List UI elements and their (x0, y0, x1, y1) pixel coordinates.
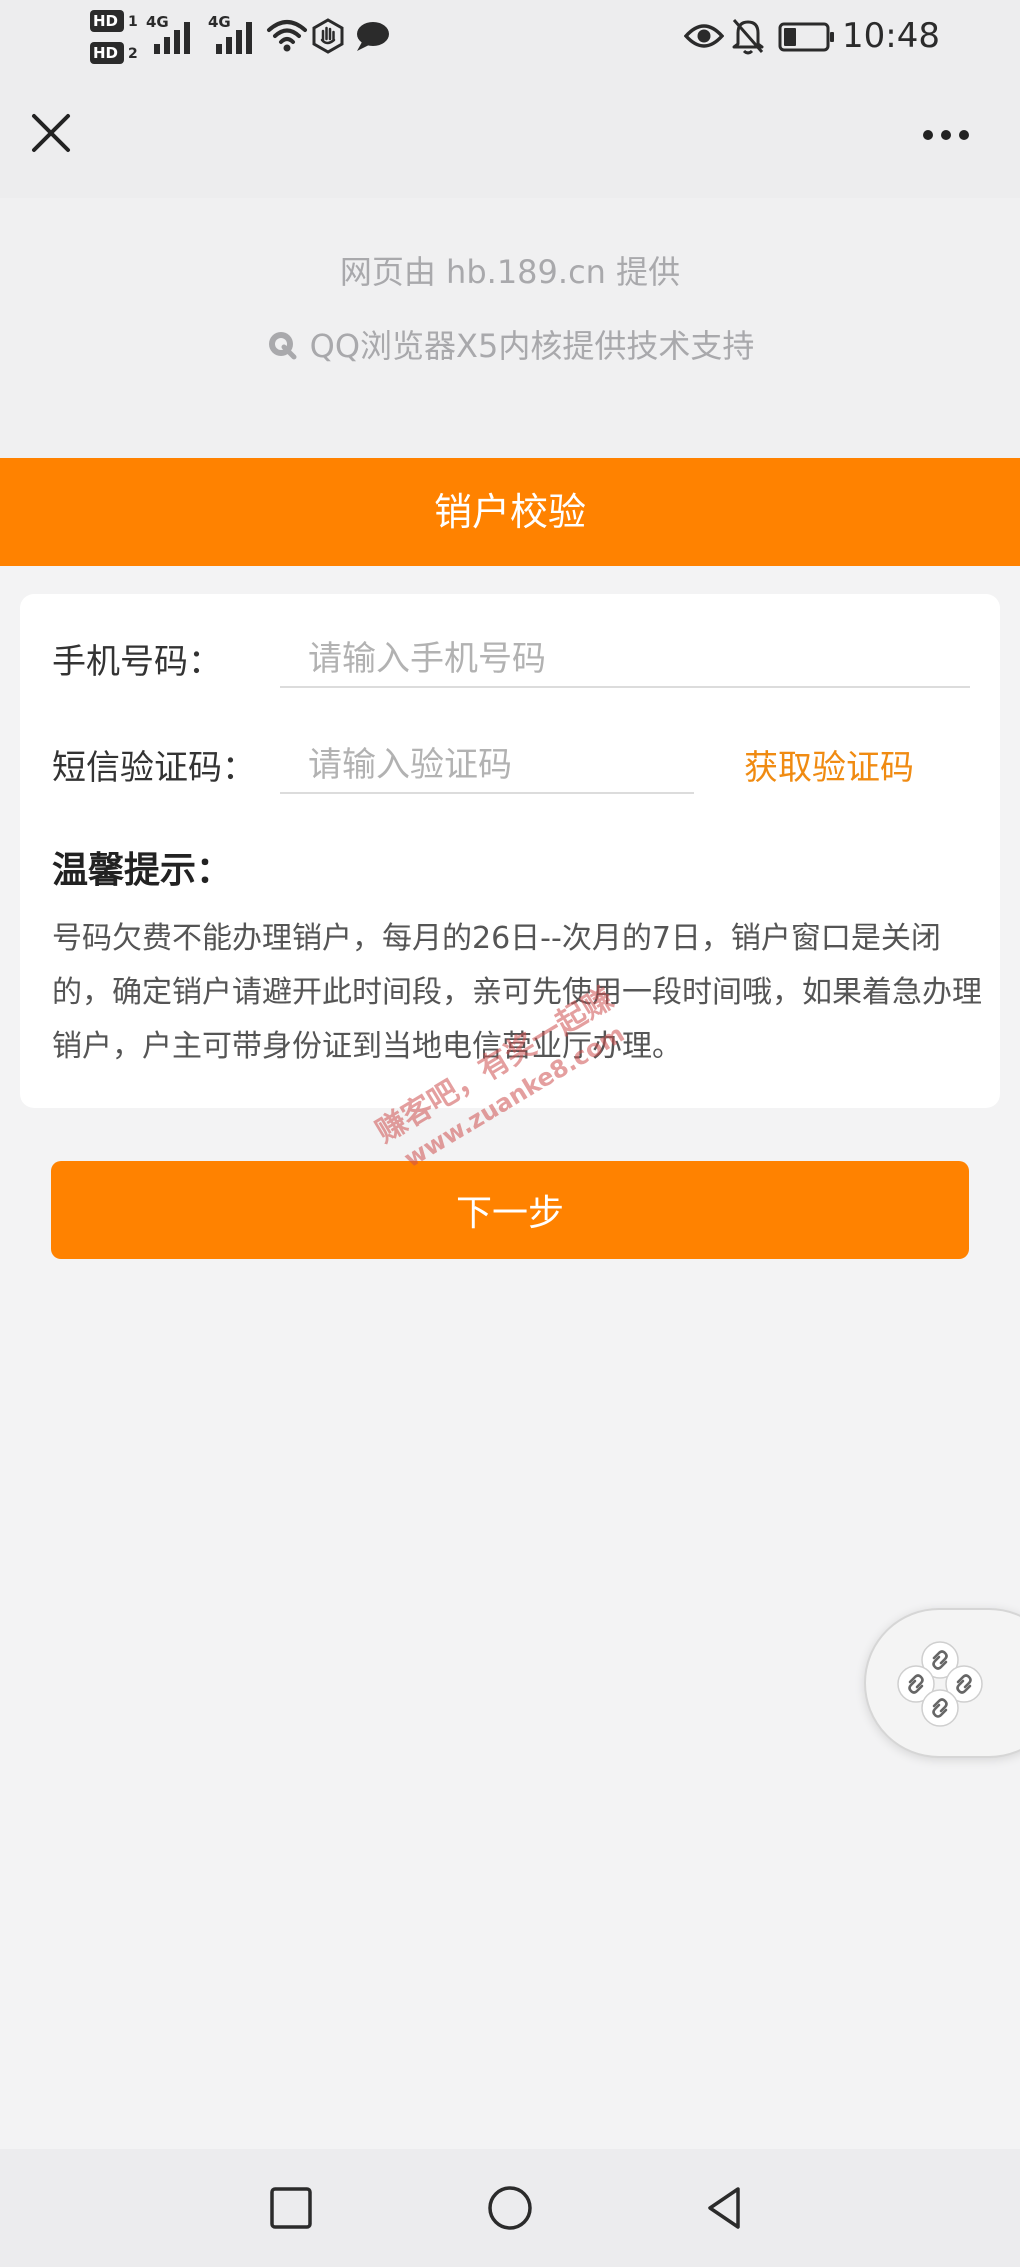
recent-apps-icon[interactable] (266, 2183, 316, 2233)
sms-code-input[interactable] (280, 740, 694, 790)
page: HD 1 HD 2 4G 4G 10:48 网页由 hb.189.cn 提供 Q… (0, 0, 1020, 2267)
hd-box: HD (90, 42, 124, 64)
close-icon[interactable] (26, 108, 76, 158)
phone-label: 手机号码： (52, 642, 222, 682)
floating-link-button[interactable] (864, 1608, 1020, 1758)
system-nav-bar (0, 2149, 1020, 2267)
provider-domain-text: 网页由 hb.189.cn 提供 (339, 253, 681, 291)
hd-sim-number: 2 (128, 46, 138, 62)
hd-badge-sim1: HD 1 (90, 10, 142, 32)
tips-body: 号码欠费不能办理销户，每月的26日--次月的7日，销户窗口是关闭的，确定销户请避… (52, 921, 982, 1064)
next-step-button[interactable]: 下一步 (51, 1161, 969, 1259)
signal-sim2: 4G (208, 14, 264, 54)
signal-sim1: 4G (146, 14, 202, 54)
page-header: 销户校验 (0, 458, 1020, 566)
signal-icon (216, 22, 252, 54)
phone-field (280, 634, 970, 688)
page-title: 销户校验 (433, 490, 586, 534)
provider-info: 网页由 hb.189.cn 提供 QQ浏览器X5内核提供技术支持 (0, 198, 1020, 458)
hd-badge-sim2: HD 2 (90, 42, 142, 64)
hd-label: HD (93, 12, 119, 30)
hd-sim-number: 1 (128, 14, 138, 30)
provider-tech-line: QQ浏览器X5内核提供技术支持 (0, 324, 1020, 368)
title-bar (0, 74, 1020, 198)
home-icon[interactable] (485, 2183, 535, 2233)
bell-off-icon (732, 19, 764, 55)
qq-browser-icon (268, 332, 297, 360)
back-icon[interactable] (700, 2183, 750, 2233)
battery-fill (784, 28, 796, 46)
hand-icon (312, 18, 344, 54)
chat-icon (357, 22, 389, 51)
battery-icon (778, 22, 834, 52)
sms-code-label: 短信验证码： (52, 748, 256, 788)
status-bar: HD 1 HD 2 4G 4G 10:48 (0, 0, 1020, 74)
provider-tech-text: QQ浏览器X5内核提供技术支持 (309, 327, 755, 365)
signal-icon (154, 22, 190, 54)
tips-title: 温馨提示： (52, 850, 233, 891)
more-icon[interactable] (916, 110, 976, 160)
eye-icon (684, 24, 724, 48)
wifi-icon (267, 20, 307, 52)
link-icon (897, 1641, 983, 1727)
phone-input[interactable] (280, 634, 970, 684)
hd-label: HD (93, 44, 119, 62)
sms-code-field (280, 740, 694, 794)
form-card: 手机号码： 短信验证码： 获取验证码 温馨提示： 号码欠费不能办理销户，每月的2… (20, 594, 1000, 1108)
hd-box: HD (90, 10, 124, 32)
status-time: 10:48 (842, 16, 940, 56)
get-code-button[interactable]: 获取验证码 (744, 744, 914, 792)
